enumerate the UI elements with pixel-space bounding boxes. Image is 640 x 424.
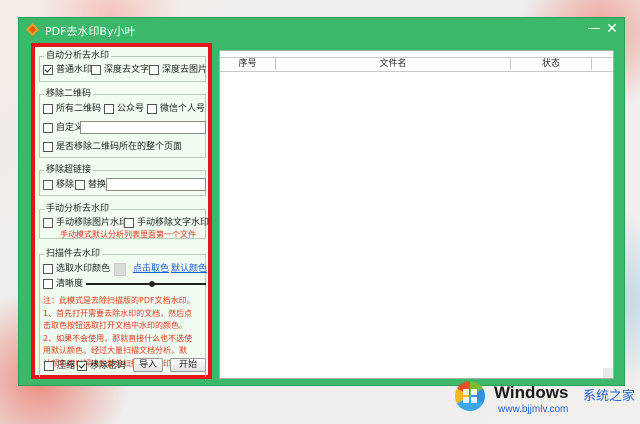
checkbox-label: 所有二维码 (56, 104, 102, 114)
checkbox-box[interactable] (77, 361, 87, 371)
checkbox-label: 移除密码 (90, 361, 127, 371)
qrcode-legend: 移除二维码 (44, 88, 94, 100)
checkbox-label: 手动移除文字水印 (137, 218, 210, 228)
auto-analysis-legend: 自动分析去水印 (44, 50, 112, 62)
checkbox-label: 是否移除二维码所在的整个页面 (56, 142, 183, 152)
checkbox-box[interactable] (43, 264, 53, 274)
checkbox-box[interactable] (43, 65, 53, 75)
checkbox-box[interactable] (104, 104, 114, 114)
checkbox-label: 替换 (88, 180, 107, 190)
manual-note: 手动模式默认分析列表里面第一个文件 (60, 230, 196, 239)
deep-text-checkbox[interactable]: 深度去文字 (91, 64, 149, 76)
wechat-personal-checkbox[interactable]: 微信个人号 (147, 103, 205, 115)
checkbox-label: 公众号 (117, 104, 145, 114)
title-bar[interactable]: PDF去水印By小叶 — ✕ (19, 18, 624, 42)
checkbox-label: 清晰度 (56, 279, 84, 289)
windows-logo-icon (454, 381, 486, 412)
official-account-checkbox[interactable]: 公众号 (104, 103, 144, 115)
hyperlink-legend: 移除超链接 (44, 164, 94, 176)
scan-legend: 扫描件去水印 (44, 248, 103, 260)
checkbox-box[interactable] (43, 218, 53, 228)
checkbox-box[interactable] (149, 65, 159, 75)
site-watermark: Windows 系统之家 www.bjjmlv.com (450, 374, 635, 422)
checkbox-label: 移除 (56, 180, 75, 190)
scan-note-line: 击取色按钮选取打开文档中水印的颜色。 (43, 321, 187, 330)
scan-note-line: 注：此模式是去除扫描版的PDF文档水印。 (43, 296, 195, 305)
checkbox-label: 深度去文字 (104, 65, 150, 75)
checkbox-box[interactable] (43, 123, 53, 133)
deep-image-checkbox[interactable]: 深度去图片 (149, 64, 207, 76)
click-pick-color-link[interactable]: 点击取色 (133, 263, 169, 275)
custom-qrcode-checkbox[interactable]: 自定义 (43, 122, 83, 134)
scan-note-line: 1、首先打开需要去除水印的文档，然后点 (43, 308, 193, 318)
manual-legend: 手动分析去水印 (44, 203, 112, 215)
scan-note-line: 2、如果不会使用，那就直接什么也不选使 (43, 333, 193, 343)
compress-checkbox[interactable]: 压缩 (44, 360, 75, 372)
column-header-status[interactable]: 状态 (511, 58, 591, 70)
manual-text-checkbox[interactable]: 手动移除文字水印 (124, 217, 209, 229)
checkbox-box[interactable] (147, 104, 157, 114)
app-logo-icon (26, 23, 39, 36)
checkbox-box[interactable] (124, 218, 134, 228)
checkbox-label: 手动移除图片水印 (56, 218, 129, 228)
checkbox-box[interactable] (43, 279, 53, 289)
window-title: PDF去水印By小叶 (45, 25, 136, 38)
clarity-checkbox[interactable]: 清晰度 (43, 278, 83, 290)
manual-image-checkbox[interactable]: 手动移除图片水印 (43, 217, 128, 229)
watermark-site-name: 系统之家 (583, 389, 636, 404)
replace-link-checkbox[interactable]: 替换 (75, 179, 106, 191)
checkbox-box[interactable] (43, 142, 53, 152)
remove-password-checkbox[interactable]: 移除密码 (77, 360, 126, 372)
column-separator (591, 58, 592, 70)
checkbox-box[interactable] (75, 180, 85, 190)
manual-group: 手动分析去水印 手动移除图片水印 手动移除文字水印 手动模式默认分析列表里面第一… (39, 203, 209, 239)
checkbox-label: 选取水印颜色 (56, 264, 111, 274)
checkbox-box[interactable] (44, 361, 54, 371)
options-panel: 自动分析去水印 普通水印 深度去文字 深度去图片 移除二维码 所有二维码 公众号… (31, 43, 212, 379)
pick-color-checkbox[interactable]: 选取水印颜色 (43, 263, 110, 275)
normal-watermark-checkbox[interactable]: 普通水印 (43, 64, 92, 76)
close-button[interactable]: ✕ (603, 20, 621, 38)
checkbox-label: 压缩 (57, 361, 76, 371)
clarity-slider-track[interactable] (86, 283, 206, 285)
checkbox-box[interactable] (43, 104, 53, 114)
checkbox-label: 自定义 (56, 123, 84, 133)
remove-whole-page-checkbox[interactable]: 是否移除二维码所在的整个页面 (43, 141, 182, 153)
column-header-filename[interactable]: 文件名 (276, 58, 510, 70)
watermark-url: www.bjjmlv.com (498, 404, 569, 415)
remove-link-checkbox[interactable]: 移除 (43, 179, 74, 191)
checkbox-label: 普通水印 (56, 65, 93, 75)
scan-note-line: 用默认颜色，经过大量扫描文档分析，默 (43, 346, 187, 355)
clarity-slider-thumb[interactable] (149, 281, 155, 287)
replace-link-input[interactable] (106, 178, 206, 191)
checkbox-label: 微信个人号 (160, 104, 206, 114)
column-header-index[interactable]: 序号 (220, 58, 275, 70)
auto-analysis-group: 自动分析去水印 普通水印 深度去文字 深度去图片 (39, 50, 207, 82)
qrcode-group: 移除二维码 所有二维码 公众号 微信个人号 自定义 是否移除二维码所在的整个页面 (39, 88, 206, 158)
checkbox-label: 深度去图片 (162, 65, 208, 75)
watermark-color-swatch (114, 263, 126, 276)
minimize-button[interactable]: — (585, 20, 603, 38)
custom-qrcode-input[interactable] (80, 121, 206, 134)
checkbox-box[interactable] (91, 65, 101, 75)
import-button[interactable]: 导入 (133, 358, 163, 372)
table-header: 序号 文件名 状态 (220, 57, 613, 72)
start-button[interactable]: 开始 (170, 358, 206, 372)
default-color-link[interactable]: 默认颜色 (171, 263, 207, 275)
all-qrcode-checkbox[interactable]: 所有二维码 (43, 103, 101, 115)
app-window: PDF去水印By小叶 — ✕ 自动分析去水印 普通水印 深度去文字 深度去图片 … (18, 17, 625, 386)
file-list-table[interactable]: 序号 文件名 状态 (219, 50, 614, 379)
hyperlink-group: 移除超链接 移除 替换 (39, 164, 206, 196)
watermark-brand: Windows (494, 383, 569, 402)
checkbox-box[interactable] (43, 180, 53, 190)
